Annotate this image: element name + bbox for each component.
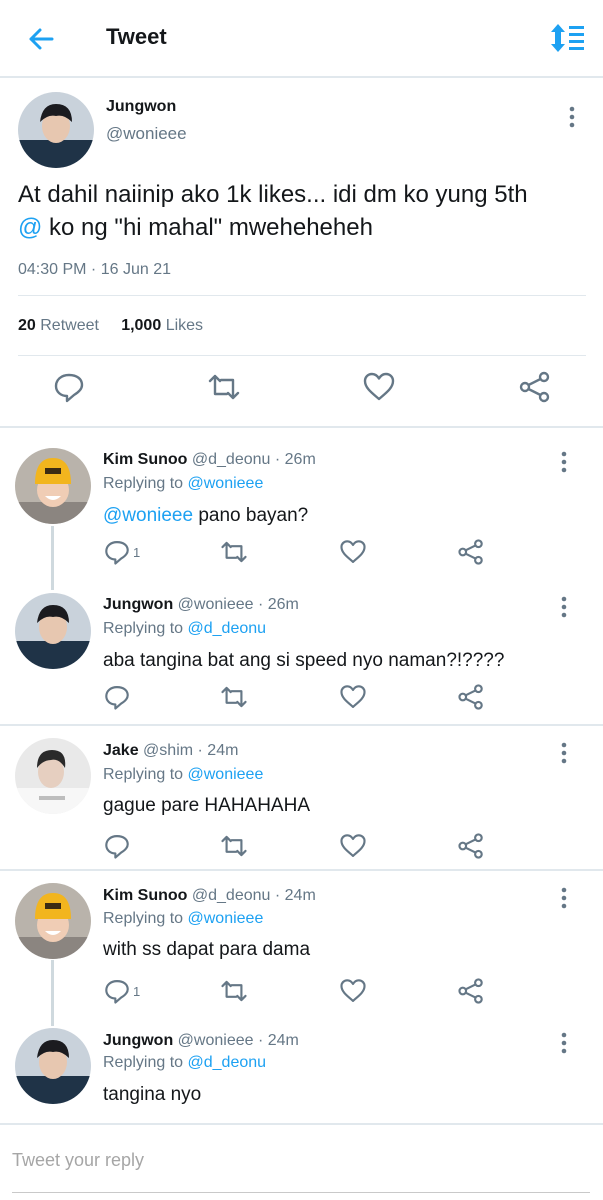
reply-composer[interactable]: Tweet your reply [0,1124,603,1200]
like-count[interactable]: 1,000 [121,317,161,334]
divider [18,295,586,296]
like-heart-icon[interactable] [339,683,367,711]
author-handle-time[interactable]: @wonieee · 24m [178,1032,299,1049]
reply-count: 1 [133,545,141,560]
author-name[interactable]: Jungwon [106,98,176,116]
input-underline [12,1192,590,1193]
replying-to-link[interactable]: @wonieee [188,766,264,783]
replying-to: Replying to @wonieee [103,766,263,784]
reply-icon[interactable] [103,977,131,1005]
reply-tweet[interactable]: Jake @shim · 24m Replying to @wonieee ga… [0,726,603,869]
mention-link[interactable]: @wonieee [103,505,193,526]
reply-text: tangina nyo [103,1084,202,1105]
like-heart-icon[interactable] [339,832,367,860]
tweet-actions [0,370,603,414]
reply-count: 1 [133,984,141,999]
sort-icon[interactable] [548,22,586,54]
share-icon[interactable] [457,977,485,1005]
retweet-icon[interactable] [220,538,248,566]
author-name[interactable]: Jungwon [103,596,173,613]
mention-link[interactable]: @ [18,214,42,241]
reply-tweet[interactable]: Kim Sunoo @d_deonu · 26m Replying to @wo… [0,428,603,573]
more-options-icon[interactable] [554,887,574,909]
share-icon[interactable] [457,683,485,711]
replying-to: Replying to @d_deonu [103,1054,266,1072]
tweet-text-line1: At dahil naiinip ako 1k likes... idi dm … [18,181,528,208]
more-options-icon[interactable] [554,451,574,473]
retweet-icon[interactable] [220,832,248,860]
share-icon[interactable] [457,832,485,860]
reply-header: Jungwon @wonieee · 26m [103,596,299,614]
reply-icon[interactable] [103,683,131,711]
author-handle-time[interactable]: @d_deonu · 26m [192,451,316,468]
share-icon[interactable] [457,538,485,566]
reply-text: gague pare HAHAHAHA [103,795,310,816]
more-options-icon[interactable] [562,106,582,128]
reply-icon[interactable] [103,538,131,566]
retweet-icon[interactable] [220,977,248,1005]
more-options-icon[interactable] [554,1032,574,1054]
reply-header: Kim Sunoo @d_deonu · 26m [103,451,316,469]
like-heart-icon[interactable] [362,370,396,404]
avatar[interactable] [15,883,91,959]
author-name[interactable]: Kim Sunoo [103,451,187,468]
reply-header: Kim Sunoo @d_deonu · 24m [103,887,316,905]
avatar[interactable] [15,738,91,814]
like-heart-icon[interactable] [339,977,367,1005]
reply-icon[interactable] [52,370,86,404]
replying-to: Replying to @d_deonu [103,620,266,638]
divider [18,355,586,356]
author-handle-time[interactable]: @wonieee · 26m [178,596,299,613]
reply-header: Jake @shim · 24m [103,742,238,760]
reply-text: with ss dapat para dama [103,939,311,960]
author-handle-time[interactable]: @d_deonu · 24m [192,887,316,904]
reply-header: Jungwon @wonieee · 24m [103,1032,299,1050]
reply-tweet[interactable]: Kim Sunoo @d_deonu · 24m Replying to @wo… [0,871,603,1016]
avatar[interactable] [15,593,91,669]
reply-input[interactable]: Tweet your reply [12,1150,144,1171]
tweet-stats: 20 Retweet 1,000 Likes [18,317,203,335]
tweet-text: At dahil naiinip ako 1k likes... idi dm … [18,178,588,244]
avatar[interactable] [15,1028,91,1104]
replying-label: Replying to [103,475,188,492]
reply-icon[interactable] [103,832,131,860]
reply-text: @wonieee pano bayan? [103,505,308,527]
back-arrow-icon[interactable] [26,24,56,54]
like-heart-icon[interactable] [339,538,367,566]
like-label[interactable]: Likes [166,317,203,334]
avatar[interactable] [18,92,94,168]
replying-to-link[interactable]: @d_deonu [188,620,267,637]
reply-tweet[interactable]: Jungwon @wonieee · 24m Replying to @d_de… [0,1016,603,1124]
tweet-text-line2: ko ng "hi mahal" mweheheheh [42,214,373,241]
retweet-label[interactable]: Retweet [40,317,99,334]
top-bar: Tweet [0,0,603,78]
reply-text: aba tangina bat ang si speed nyo naman?!… [103,650,505,671]
replying-label: Replying to [103,1054,188,1071]
replying-label: Replying to [103,620,188,637]
replying-to-link[interactable]: @wonieee [188,910,264,927]
avatar[interactable] [15,448,91,524]
share-icon[interactable] [518,370,552,404]
author-handle[interactable]: @wonieee [106,124,187,144]
reply-tweet[interactable]: Jungwon @wonieee · 26m Replying to @d_de… [0,573,603,724]
tweet-timestamp: 04:30 PM · 16 Jun 21 [18,261,171,278]
reply-text-body: pano bayan? [193,505,309,526]
replying-label: Replying to [103,766,188,783]
retweet-icon[interactable] [220,683,248,711]
author-name[interactable]: Jungwon [103,1032,173,1049]
replying-to-link[interactable]: @wonieee [188,475,264,492]
author-name[interactable]: Jake [103,742,139,759]
author-handle-time[interactable]: @shim · 24m [143,742,238,759]
more-options-icon[interactable] [554,742,574,764]
page-title: Tweet [106,24,167,49]
author-name[interactable]: Kim Sunoo [103,887,187,904]
retweet-icon[interactable] [207,370,241,404]
more-options-icon[interactable] [554,596,574,618]
replying-to-link[interactable]: @d_deonu [188,1054,267,1071]
replying-to: Replying to @wonieee [103,475,263,493]
replying-label: Replying to [103,910,188,927]
retweet-count[interactable]: 20 [18,317,36,334]
replying-to: Replying to @wonieee [103,910,263,928]
main-tweet: Jungwon @wonieee At dahil naiinip ako 1k… [0,78,603,428]
